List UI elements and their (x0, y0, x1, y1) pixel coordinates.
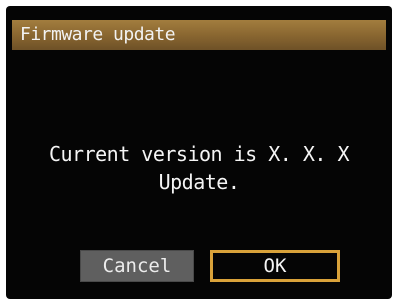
title-bar: Firmware update (12, 20, 386, 50)
dialog-title: Firmware update (20, 24, 176, 45)
camera-lcd-screen: Firmware update Current version is X. X.… (6, 6, 392, 299)
cancel-button[interactable]: Cancel (80, 250, 194, 282)
version-message: Current version is X. X. X (48, 142, 350, 166)
update-prompt: Update. (158, 170, 240, 194)
ok-button[interactable]: OK (210, 250, 340, 282)
